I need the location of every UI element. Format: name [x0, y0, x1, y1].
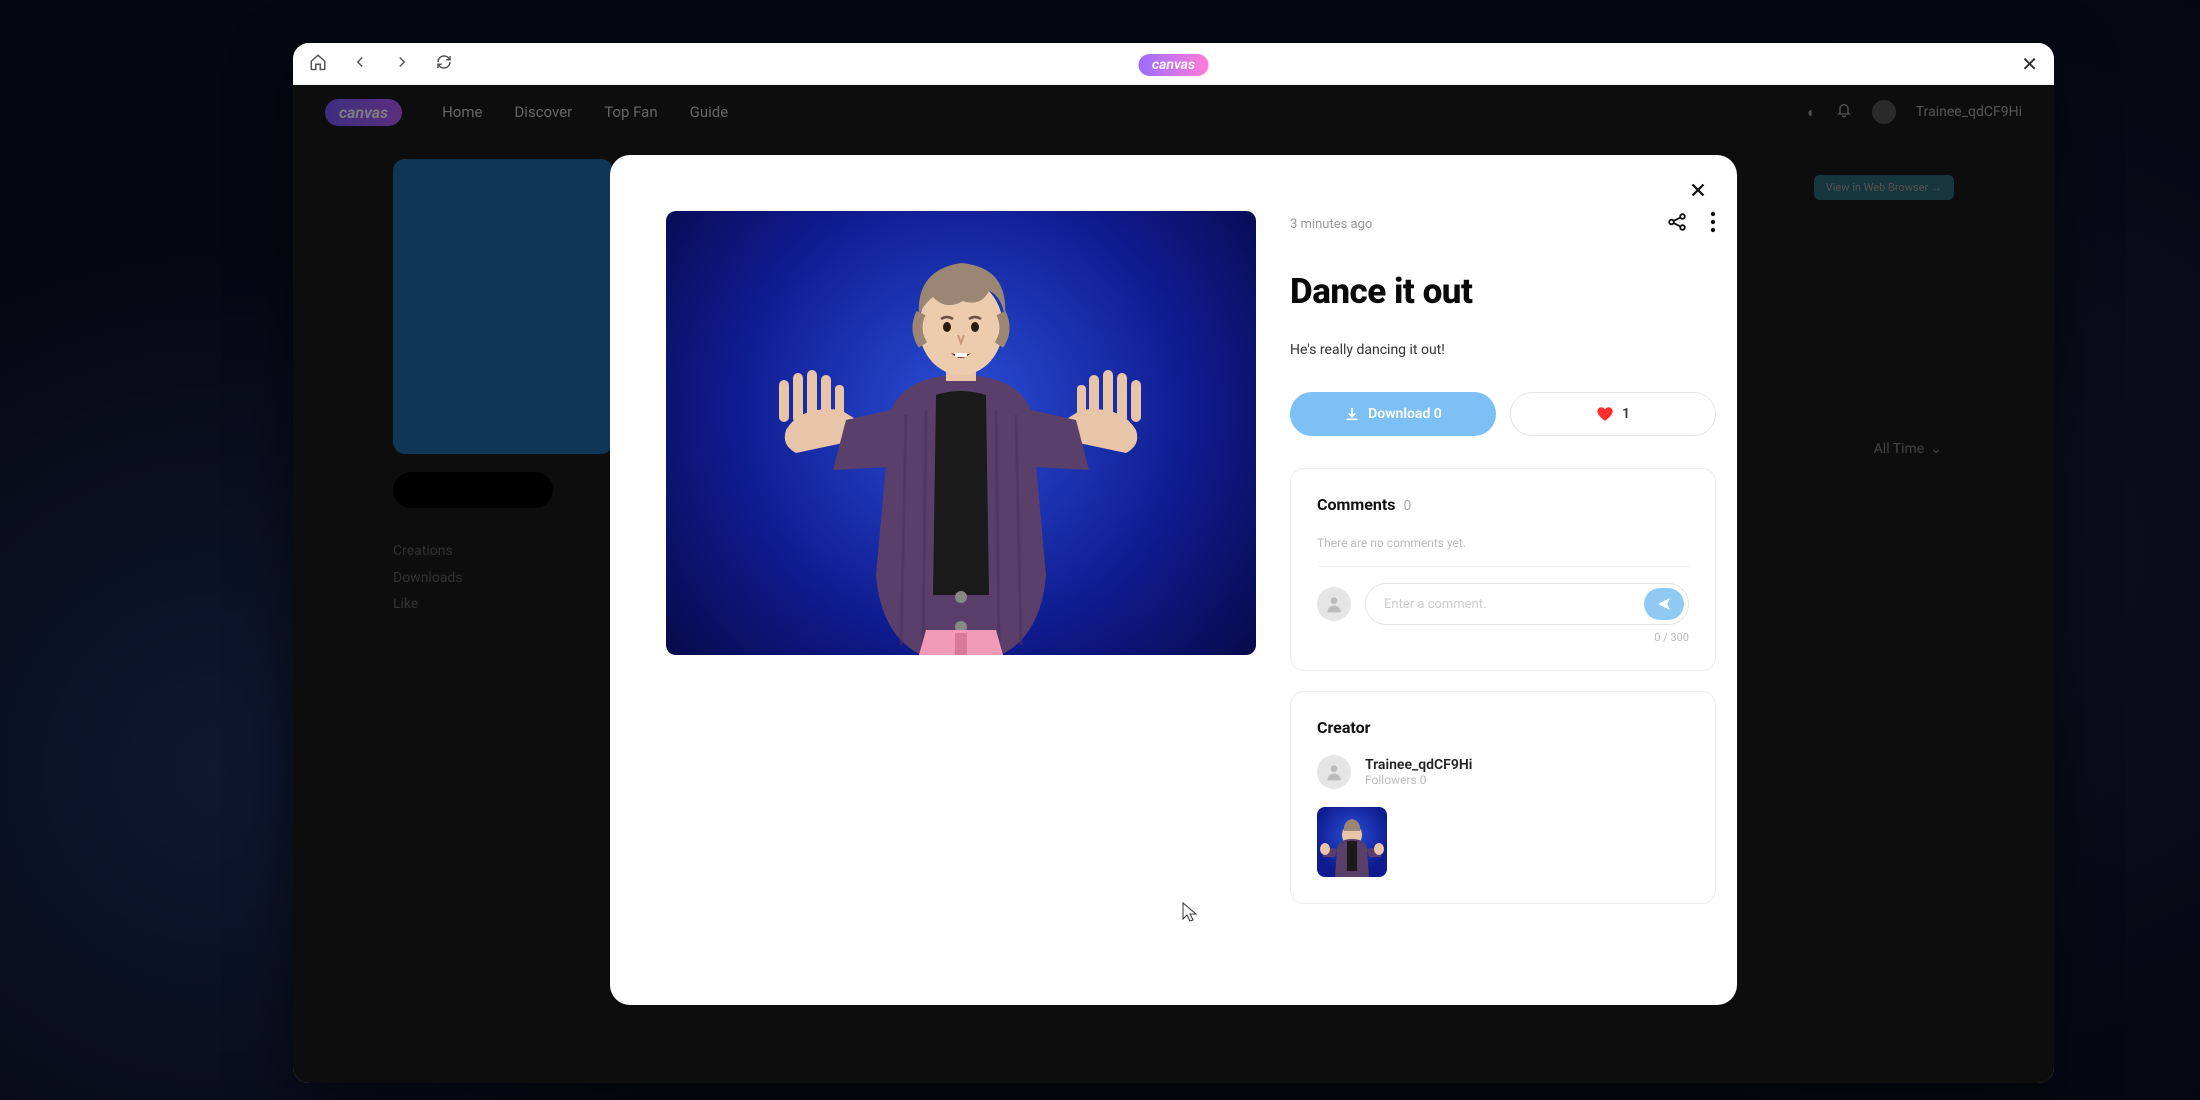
browser-close-icon[interactable]: ✕: [2021, 52, 2038, 76]
download-icon: [1344, 406, 1360, 422]
creator-card: Creator Trainee_qdCF9Hi Followers 0: [1290, 691, 1716, 904]
creation-description: He's really dancing it out!: [1290, 342, 1716, 358]
modal-overlay[interactable]: 3 minutes ago Dance it out He's really d…: [293, 85, 2054, 1083]
share-icon[interactable]: [1666, 211, 1688, 237]
comments-empty: There are no comments yet.: [1317, 536, 1689, 550]
creator-followers: Followers 0: [1365, 773, 1472, 787]
forward-icon[interactable]: [393, 53, 411, 75]
more-icon[interactable]: [1710, 211, 1716, 237]
like-count: 1: [1622, 406, 1630, 422]
browser-window: canvas ✕ canvas Home Discover Top Fan Gu…: [293, 43, 2054, 1083]
creator-avatar[interactable]: [1317, 755, 1351, 789]
comments-title: Comments: [1317, 495, 1395, 514]
app-content: canvas Home Discover Top Fan Guide ◐ Tra…: [293, 85, 2054, 1083]
download-label: Download 0: [1368, 406, 1442, 422]
like-button[interactable]: 1: [1510, 392, 1716, 436]
browser-bar: canvas ✕: [293, 43, 2054, 85]
comment-send-button[interactable]: [1644, 588, 1684, 620]
browser-title-badge: canvas: [1138, 54, 1209, 76]
creation-timestamp: 3 minutes ago: [1290, 217, 1372, 232]
home-icon[interactable]: [309, 53, 327, 75]
download-button[interactable]: Download 0: [1290, 392, 1496, 436]
creator-name[interactable]: Trainee_qdCF9Hi: [1365, 757, 1472, 773]
comment-counter: 0 / 300: [1317, 631, 1689, 644]
comment-user-avatar: [1317, 587, 1351, 621]
browser-title: canvas: [1138, 54, 1209, 73]
comments-card: Comments 0 There are no comments yet.: [1290, 468, 1716, 671]
send-icon: [1656, 596, 1672, 612]
modal-close-button[interactable]: [1687, 179, 1709, 205]
comment-input[interactable]: [1365, 583, 1689, 625]
comments-count: 0: [1403, 498, 1411, 514]
creation-modal: 3 minutes ago Dance it out He's really d…: [610, 155, 1737, 1005]
creation-title: Dance it out: [1290, 271, 1716, 312]
creation-image: [666, 211, 1256, 655]
creator-thumbnail[interactable]: [1317, 807, 1387, 877]
modal-details: 3 minutes ago Dance it out He's really d…: [1290, 211, 1724, 965]
reload-icon[interactable]: [435, 53, 453, 75]
heart-icon: [1596, 405, 1614, 423]
creator-title: Creator: [1317, 718, 1689, 737]
back-icon[interactable]: [351, 53, 369, 75]
